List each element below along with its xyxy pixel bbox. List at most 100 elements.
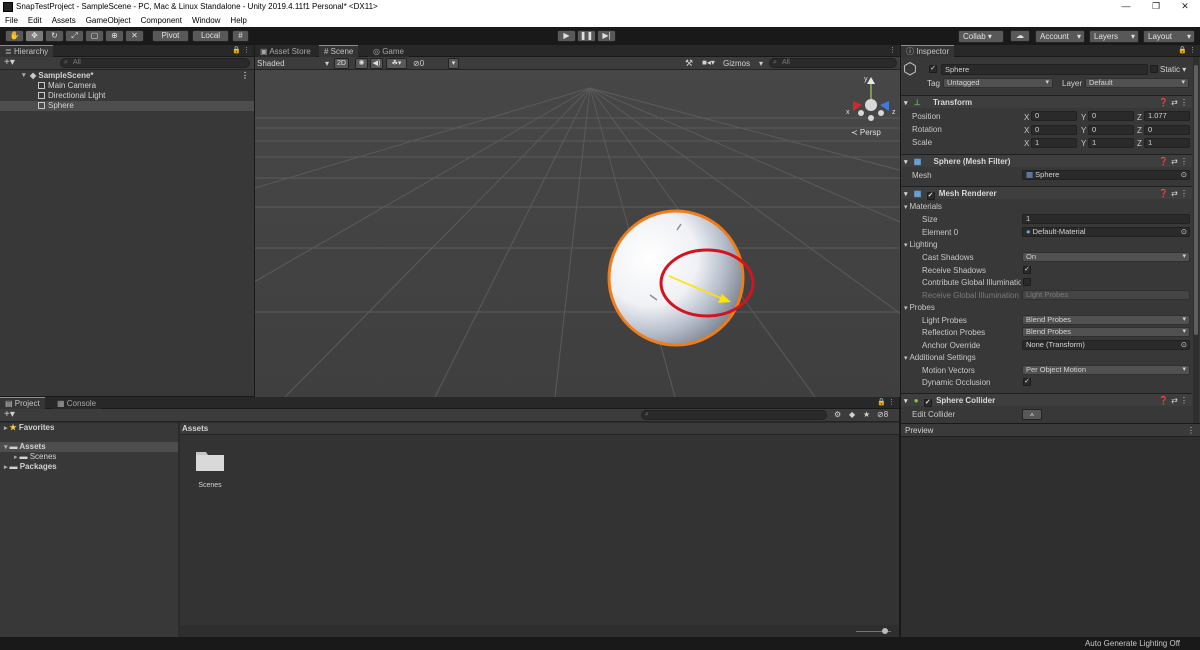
pivot-toggle[interactable]: Pivot [152, 30, 189, 42]
tab-scene[interactable]: # Scene [319, 45, 359, 57]
local-toggle[interactable]: Local [192, 30, 229, 42]
panel-menu-icons[interactable]: 🔒 ⋮ [877, 398, 895, 406]
materials-foldout[interactable]: ▾ Materials [901, 201, 1192, 213]
sphere-collider-enabled-checkbox[interactable]: ✓ [923, 399, 932, 407]
folder-item[interactable]: ▸ ▬ Scenes [0, 452, 178, 462]
hierarchy-item-selected[interactable]: Sphere [0, 101, 254, 111]
layer-dropdown[interactable]: Default ▾ [1085, 78, 1189, 88]
static-checkbox[interactable] [1150, 65, 1158, 73]
transform-header[interactable]: ▾ ⊥ Transform ❓ ⇄ ⋮ [901, 95, 1192, 108]
motion-vectors-dropdown[interactable]: Per Object Motion ▾ [1022, 365, 1190, 375]
2d-toggle[interactable]: 2D [334, 58, 349, 69]
search-by-label-icon[interactable]: ◆ [849, 410, 855, 419]
additional-settings-foldout[interactable]: ▾ Additional Settings [901, 352, 1192, 364]
position-z-field[interactable]: 1.077 [1144, 111, 1190, 121]
object-picker-icon[interactable]: ⊙ [1181, 171, 1187, 179]
asset-breadcrumb[interactable]: Assets [180, 423, 899, 435]
tab-project[interactable]: ▤ Project [0, 397, 45, 409]
hierarchy-search-input[interactable]: ⌕ All [60, 58, 250, 68]
custom-tool-button[interactable]: ✕ [125, 30, 144, 42]
object-picker-icon[interactable]: ⊙ [1181, 228, 1187, 236]
material-object-field[interactable]: ● Default-Material ⊙ [1022, 227, 1190, 237]
snap-settings-button[interactable]: # [232, 30, 249, 42]
selected-sphere[interactable] [607, 209, 745, 347]
receive-shadows-checkbox[interactable]: ✓ [1023, 266, 1031, 274]
status-text[interactable]: Auto Generate Lighting Off [1085, 637, 1180, 650]
hand-tool-button[interactable]: ✋ [5, 30, 24, 42]
zoom-slider-thumb[interactable] [882, 628, 888, 634]
inspector-scrollbar[interactable] [1193, 57, 1199, 423]
packages-item[interactable]: ▸ ▬ Packages [0, 462, 178, 472]
scale-x-field[interactable]: 1 [1031, 138, 1077, 148]
restore-button[interactable]: ❐ [1141, 1, 1171, 12]
menu-gameobject[interactable]: GameObject [86, 14, 131, 27]
hierarchy-item[interactable]: Directional Light [0, 91, 254, 101]
tab-hierarchy[interactable]: ≣ Hierarchy [0, 45, 54, 57]
scale-z-field[interactable]: 1 [1144, 138, 1190, 148]
scene-tools-icon[interactable]: ⚒ [685, 58, 693, 69]
gizmos-dropdown[interactable]: Gizmos ▾ [723, 58, 763, 69]
rotation-y-field[interactable]: 0 [1088, 125, 1134, 135]
menu-component[interactable]: Component [141, 14, 182, 27]
edit-collider-button[interactable]: ⟑ [1022, 409, 1042, 420]
scene-search-input[interactable]: ⌕ All [769, 58, 897, 68]
create-plus-icon[interactable]: +▾ [4, 409, 15, 421]
hidden-packages-toggle[interactable]: ⊘8 [877, 410, 888, 419]
collab-dropdown[interactable]: Collab ▾ [958, 30, 1004, 43]
active-checkbox[interactable]: ✓ [929, 65, 937, 73]
menu-file[interactable]: File [5, 14, 18, 27]
rotation-z-field[interactable]: 0 [1144, 125, 1190, 135]
favorite-star-icon[interactable]: ★ [863, 410, 870, 419]
account-dropdown[interactable]: Account ▾ [1035, 30, 1085, 43]
object-name-field[interactable]: Sphere [941, 64, 1148, 75]
kebab-menu-icon[interactable]: ⋮ [1187, 424, 1195, 437]
layers-dropdown[interactable]: Layers ▾ [1089, 30, 1139, 43]
position-x-field[interactable]: 0 [1031, 111, 1077, 121]
menu-window[interactable]: Window [192, 14, 220, 27]
scale-tool-button[interactable]: ⤢ [65, 30, 84, 42]
expand-arrow-icon[interactable]: ▾ [22, 71, 26, 81]
tab-asset-store[interactable]: ▣ Asset Store [255, 45, 316, 57]
play-button[interactable]: ▶ [557, 30, 576, 42]
scrollbar-thumb[interactable] [1194, 65, 1198, 335]
perspective-label[interactable]: ≺ Persp [851, 128, 881, 137]
cast-shadows-dropdown[interactable]: On ▾ [1022, 252, 1190, 262]
component-menu-icons[interactable]: ❓ ⇄ ⋮ [1159, 96, 1188, 109]
minimize-button[interactable]: — [1111, 1, 1141, 11]
mesh-renderer-header[interactable]: ▾ ▦ ✓ Mesh Renderer ❓ ⇄ ⋮ [901, 186, 1192, 200]
rotation-x-field[interactable]: 0 [1031, 125, 1077, 135]
kebab-menu-icon[interactable]: ⋮ [241, 71, 249, 81]
pause-button[interactable]: ❚❚ [577, 30, 596, 42]
probes-foldout[interactable]: ▾ Probes [901, 302, 1192, 314]
grid-toggle[interactable]: ▾ [448, 58, 459, 69]
effects-dropdown[interactable]: ☘▾ [386, 58, 407, 69]
menu-edit[interactable]: Edit [28, 14, 42, 27]
object-picker-icon[interactable]: ⊙ [1181, 341, 1187, 349]
hidden-objects-toggle[interactable]: ⊘0 [413, 58, 424, 69]
tab-inspector[interactable]: ⓘ Inspector [901, 45, 955, 57]
cloud-button[interactable]: ☁ [1010, 30, 1030, 42]
light-probes-dropdown[interactable]: Blend Probes ▾ [1022, 315, 1190, 325]
scene-viewport[interactable]: y x z ≺ Persp [255, 70, 900, 397]
panel-menu-icons[interactable]: 🔒 ⋮ [232, 46, 250, 54]
asset-item-folder[interactable]: Scenes [190, 448, 230, 489]
component-menu-icons[interactable]: ❓ ⇄ ⋮ [1159, 394, 1188, 407]
transform-tool-button[interactable]: ⊕ [105, 30, 124, 42]
project-search-input[interactable]: ⌕ [641, 410, 827, 420]
create-plus-icon[interactable]: +▾ [4, 57, 15, 69]
lighting-toggle[interactable]: ✺ [355, 58, 368, 69]
component-menu-icons[interactable]: ❓ ⇄ ⋮ [1159, 187, 1188, 200]
lighting-foldout[interactable]: ▾ Lighting [901, 239, 1192, 251]
contribute-gi-checkbox[interactable] [1023, 278, 1031, 286]
materials-size-field[interactable]: 1 [1022, 214, 1190, 224]
menu-help[interactable]: Help [230, 14, 246, 27]
step-button[interactable]: ▶| [597, 30, 616, 42]
menu-assets[interactable]: Assets [52, 14, 76, 27]
layout-dropdown[interactable]: Layout ▾ [1143, 30, 1195, 43]
dynamic-occlusion-checkbox[interactable]: ✓ [1023, 378, 1031, 386]
reflection-probes-dropdown[interactable]: Blend Probes ▾ [1022, 327, 1190, 337]
scene-root-item[interactable]: ▾ ◈ SampleScene* ⋮ [0, 71, 254, 81]
sphere-collider-header[interactable]: ▾ ● ✓ Sphere Collider ❓ ⇄ ⋮ [901, 393, 1192, 407]
static-dropdown[interactable]: Static ▾ [1160, 65, 1186, 74]
component-menu-icons[interactable]: ❓ ⇄ ⋮ [1159, 155, 1188, 168]
